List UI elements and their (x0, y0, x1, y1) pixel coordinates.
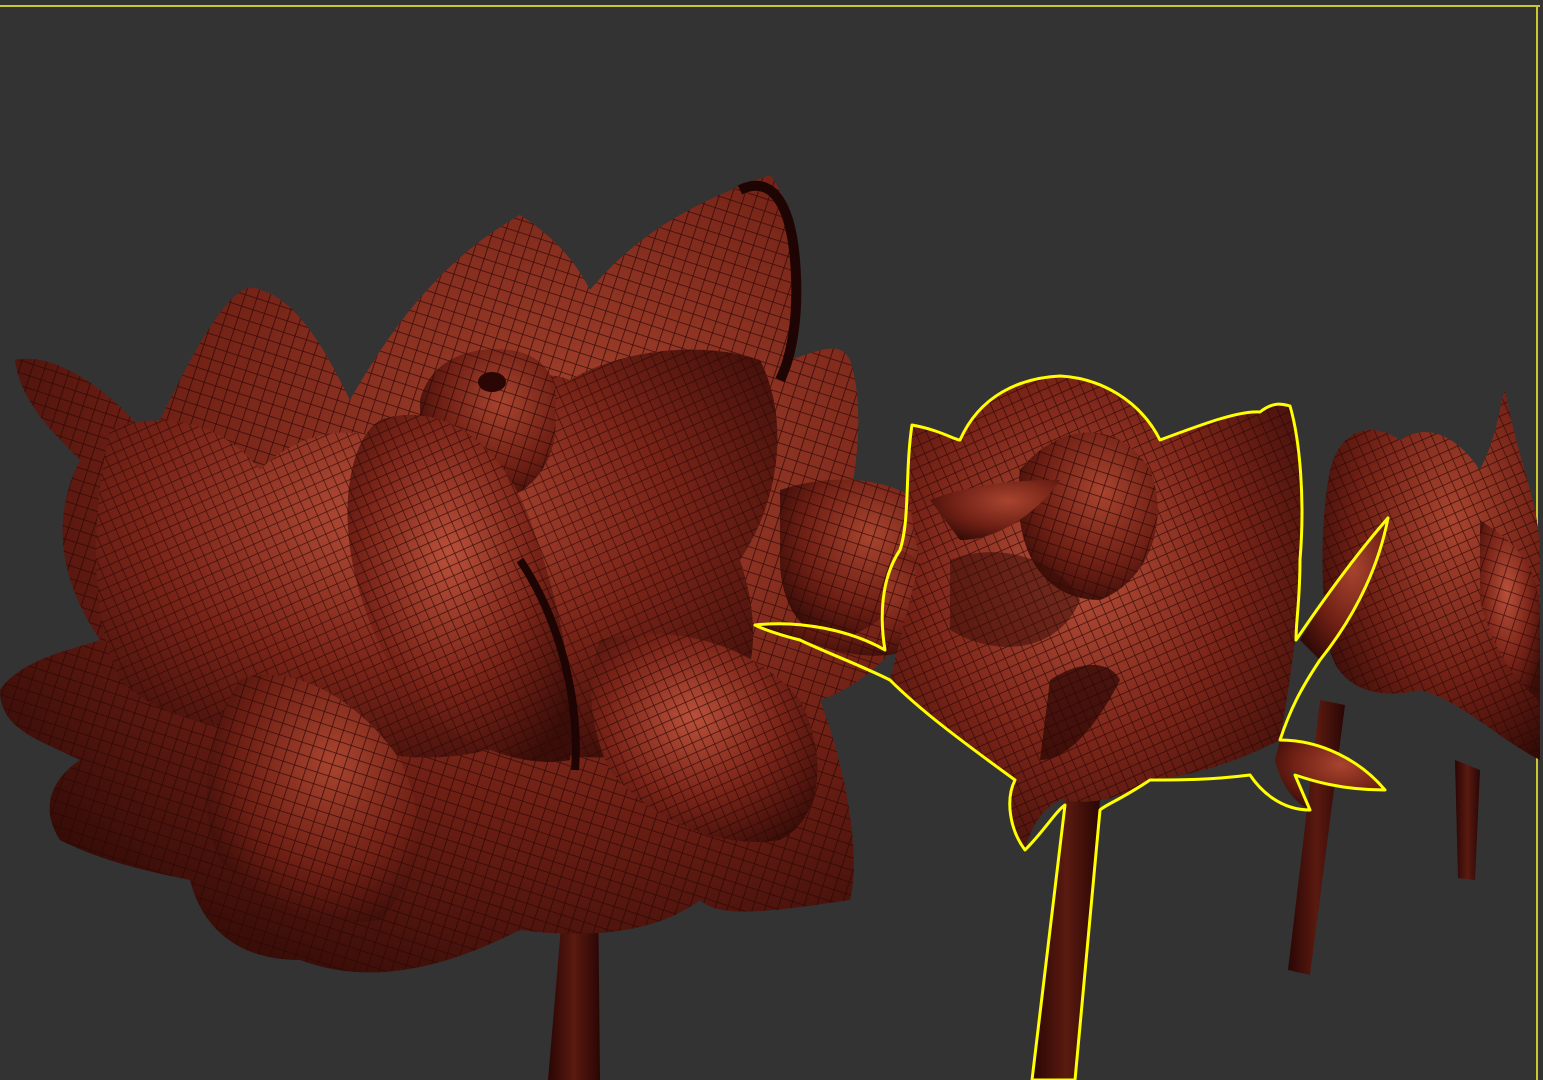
rose-left-center-hole (478, 372, 506, 392)
3d-viewport[interactable] (0, 0, 1543, 1080)
stem-center (1032, 800, 1100, 1080)
viewport-canvas[interactable] (0, 0, 1543, 1080)
rose-bud-right[interactable] (1288, 390, 1540, 975)
stem-right-back (1455, 760, 1480, 880)
